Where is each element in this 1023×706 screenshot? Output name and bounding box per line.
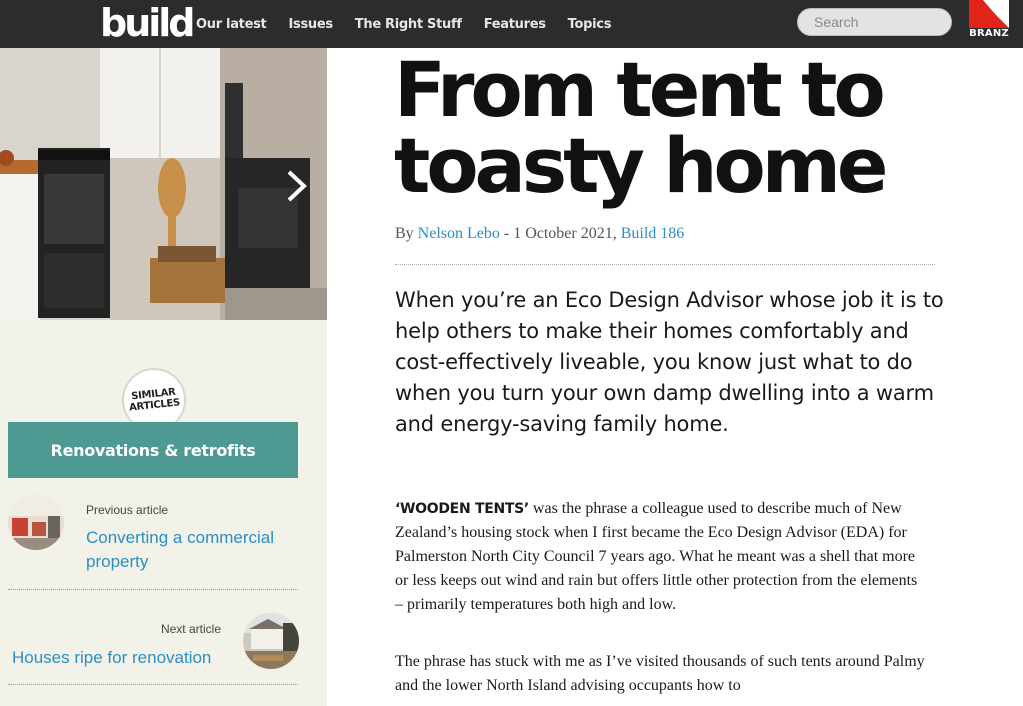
- article-paragraph: ‘WOODEN TENTS’ was the phrase a colleagu…: [395, 497, 925, 617]
- author-link[interactable]: Nelson Lebo: [418, 225, 500, 242]
- paragraph-lead-in: ‘WOODEN TENTS’: [395, 501, 529, 517]
- nav-issues[interactable]: Issues: [288, 17, 333, 32]
- previous-article-label: Previous article: [86, 503, 169, 517]
- topic-link-renovations[interactable]: Renovations & retrofits: [8, 422, 298, 478]
- next-article-link[interactable]: Houses ripe for renovation: [12, 646, 232, 670]
- nav-the-right-stuff[interactable]: The Right Stuff: [355, 17, 462, 32]
- chevron-right-icon[interactable]: [280, 166, 312, 206]
- previous-article-thumbnail[interactable]: [8, 494, 64, 550]
- issue-link[interactable]: Build 186: [621, 225, 685, 242]
- divider: [8, 589, 298, 590]
- byline-prefix: By: [395, 225, 414, 242]
- previous-article-link[interactable]: Converting a commercial property: [86, 526, 306, 574]
- main-nav: Our latest Issues The Right Stuff Featur…: [196, 0, 611, 48]
- next-article-thumbnail[interactable]: [243, 613, 299, 669]
- search-input[interactable]: [797, 8, 952, 36]
- hero-image-kitchen-stove: [0, 48, 327, 320]
- article-intro: When you’re an Eco Design Advisor whose …: [395, 288, 944, 436]
- nav-topics[interactable]: Topics: [568, 17, 612, 32]
- branz-logo[interactable]: BRANZ: [966, 0, 1012, 48]
- branz-flag-icon: [969, 0, 1009, 28]
- next-article-label: Next article: [160, 622, 221, 636]
- nav-features[interactable]: Features: [484, 17, 546, 32]
- build-logo[interactable]: build: [100, 3, 196, 43]
- nav-our-latest[interactable]: Our latest: [196, 17, 267, 32]
- article-paragraph: The phrase has stuck with me as I’ve vis…: [395, 653, 925, 694]
- divider: [8, 684, 298, 685]
- old-house-photo: [243, 613, 299, 669]
- branz-wordmark: BRANZ: [969, 28, 1009, 39]
- similar-articles-sidebar: SIMILAR ARTICLES Renovations & retrofits…: [0, 320, 327, 706]
- divider: [395, 264, 935, 265]
- article-byline: By Nelson Lebo - 1 October 2021, Build 1…: [395, 225, 684, 243]
- byline-date: - 1 October 2021,: [499, 225, 621, 242]
- article-title: From tent to toasty home: [394, 45, 888, 210]
- kitchen-photo: [0, 48, 327, 320]
- commercial-property-photo: [8, 494, 64, 550]
- top-navigation-bar: build Our latest Issues The Right Stuff …: [0, 0, 1023, 48]
